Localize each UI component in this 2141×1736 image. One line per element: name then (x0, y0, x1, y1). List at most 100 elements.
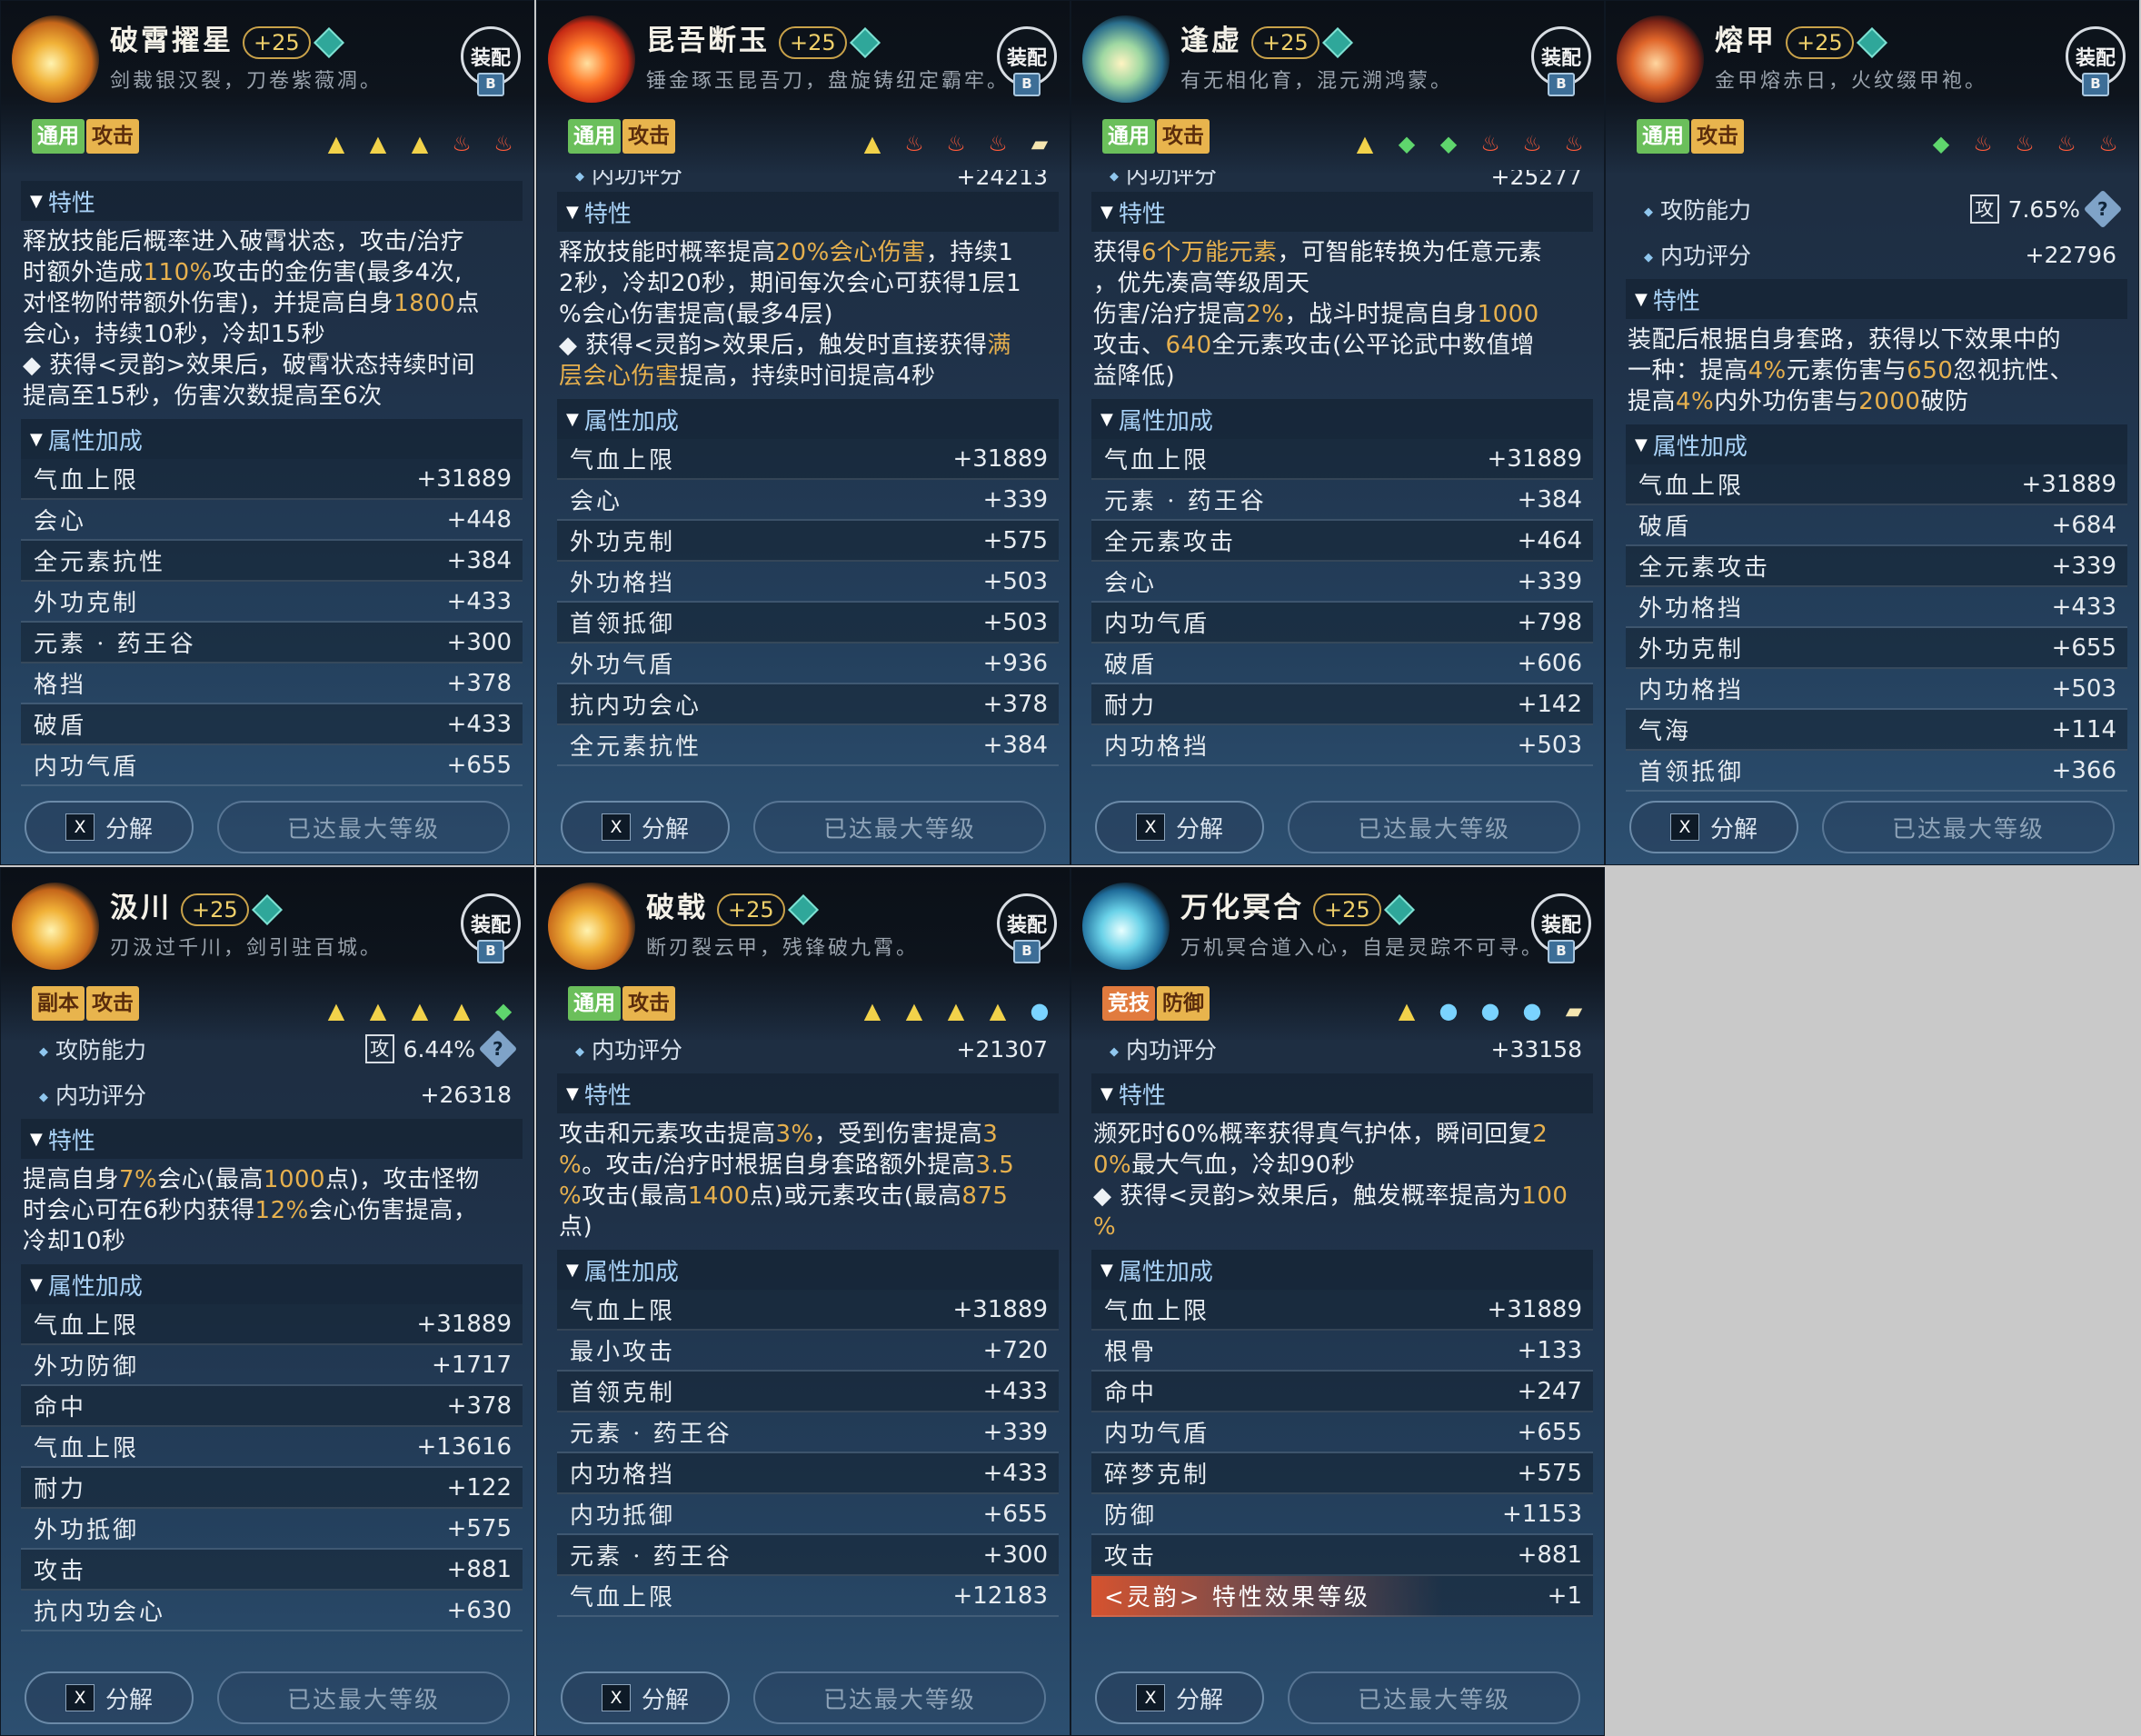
attribute-list: 气血上限 +31889 根骨 +133 命中 +247 内功气盾 +655 碎梦克制 +575 防御… (1091, 1290, 1593, 1617)
attribute-name: 格挡 (34, 672, 87, 699)
stat-value: 6.44% (403, 1035, 475, 1063)
attributes-section-header[interactable]: 属性加成 (557, 1250, 1059, 1290)
dismantle-label: 分解 (1175, 1686, 1223, 1714)
attribute-row: 首领抵御 +366 (1626, 751, 2127, 792)
lock-icon[interactable] (1321, 26, 1353, 58)
equip-button[interactable]: 装配 B (2066, 26, 2126, 96)
equipment-name: 逢虚 +25 (1180, 17, 1353, 59)
attribute-name: 外功格挡 (1638, 595, 1745, 623)
trait-line: 时会心可在6秒内获得12%会心伤害提高， (23, 1195, 521, 1226)
equipment-name: 破戟 +25 (646, 884, 819, 926)
attributes-section-header[interactable]: 属性加成 (1091, 399, 1593, 439)
max-level-button: 已达最大等级 (217, 1671, 510, 1724)
attribute-name: 外功防御 (34, 1353, 140, 1381)
trait-text: 攻击和元素攻击提高 (559, 1121, 776, 1148)
trait-line: ◆ 获得<灵韵>效果后，触发概率提高为100 (1093, 1181, 1591, 1212)
stat-value: 7.65% (2007, 195, 2080, 223)
attribute-value: +384 (1517, 485, 1582, 514)
attribute-row: <灵韵> 特性效果等级 +1 (1091, 1576, 1593, 1617)
attribute-row: 气血上限 +31889 (1091, 439, 1593, 480)
stat-right: +33158 (1491, 1036, 1582, 1063)
dismantle-button[interactable]: X 分解 (1095, 1671, 1264, 1724)
key-hint: X (601, 1684, 631, 1711)
trait-text: ◆ 获得<灵韵>效果后，破霄状态持续时间 (23, 352, 475, 379)
trait-highlight: 0% (1093, 1152, 1132, 1179)
attribute-name: 内功格挡 (1638, 677, 1745, 704)
trait-text: 伤害/治疗提高 (1093, 301, 1247, 328)
equip-button[interactable]: 装配 B (461, 26, 521, 96)
trait-highlight: 层会心伤害 (559, 363, 680, 390)
attribute-name: 命中 (1104, 1380, 1158, 1407)
traits-section-header[interactable]: 特性 (1091, 1073, 1593, 1113)
green-drop-icon: ◆ (1398, 131, 1416, 156)
traits-section-header[interactable]: 特性 (557, 1073, 1059, 1113)
green-drop-icon: ◆ (494, 998, 513, 1023)
equip-button-label: 装配 (470, 913, 511, 937)
attribute-value: +378 (446, 669, 512, 697)
attribute-row: 最小攻击 +720 (557, 1331, 1059, 1372)
trait-text: 点)或元素攻击(最高 (750, 1182, 962, 1210)
dismantle-button[interactable]: X 分解 (1095, 801, 1264, 853)
attribute-row: 命中 +247 (1091, 1372, 1593, 1412)
stat-label: 内功评分 (39, 1078, 146, 1111)
lock-icon[interactable] (1383, 893, 1415, 925)
equip-slot-badge: B (1548, 73, 1575, 96)
dismantle-button[interactable]: X 分解 (561, 1671, 730, 1724)
attribute-row: 攻击 +881 (21, 1550, 523, 1591)
attributes-section-header[interactable]: 属性加成 (21, 1264, 523, 1304)
level-badge: +25 (181, 893, 249, 926)
traits-section-header[interactable]: 特性 (21, 1119, 523, 1159)
equipment-emblem-icon (548, 883, 635, 970)
attributes-section-header[interactable]: 属性加成 (557, 399, 1059, 439)
attribute-value: +366 (2051, 756, 2116, 784)
equip-button[interactable]: 装配 B (1531, 26, 1591, 96)
attribute-value: +1717 (432, 1351, 512, 1379)
attribute-name: 气血上限 (570, 447, 676, 474)
attribute-row: 元素 · 药王谷 +384 (1091, 480, 1593, 521)
equipment-card: 汲川 +25 刃汲过千川，剑引驻百城。 装配 B 副本攻击 ▲ ▲ ▲ ▲ ◆ 攻防能力 攻 6.44%?… (0, 867, 534, 1736)
red-flame-icon: ♨ (1564, 131, 1584, 156)
attribute-name: 破盾 (1638, 514, 1692, 541)
help-icon[interactable]: ? (478, 1029, 518, 1069)
attribute-value: +448 (446, 505, 512, 534)
lock-icon[interactable] (787, 893, 819, 925)
attributes-section-header[interactable]: 属性加成 (1091, 1250, 1593, 1290)
traits-section-header[interactable]: 特性 (1626, 279, 2127, 319)
tag-1: 攻击 (1157, 119, 1210, 154)
equip-button[interactable]: 装配 B (997, 26, 1057, 96)
equip-button-label: 装配 (1006, 913, 1047, 937)
stat-label: 攻防能力 (1644, 193, 1751, 225)
trait-line: 攻击、640全元素攻击(公平论武中数值增 (1093, 330, 1591, 361)
lock-icon[interactable] (849, 26, 881, 58)
lock-icon[interactable] (313, 26, 344, 58)
dismantle-button[interactable]: X 分解 (561, 801, 730, 853)
dismantle-button[interactable]: X 分解 (25, 801, 194, 853)
lock-icon[interactable] (251, 893, 283, 925)
attribute-row: 全元素攻击 +339 (1626, 546, 2127, 587)
attributes-section-header[interactable]: 属性加成 (21, 419, 523, 459)
equipment-emblem-icon (12, 883, 99, 970)
dismantle-button[interactable]: X 分解 (25, 1671, 194, 1724)
traits-section-header[interactable]: 特性 (1091, 192, 1593, 232)
attributes-section-header[interactable]: 属性加成 (1626, 424, 2127, 464)
trait-line: 装配后根据自身套路，获得以下效果中的 (1628, 324, 2126, 355)
blue-drop-icon: ● (1030, 998, 1050, 1023)
lock-icon[interactable] (1856, 26, 1887, 58)
attribute-row: 内功抵御 +655 (557, 1494, 1059, 1535)
level-badge: +25 (243, 25, 311, 59)
equip-button[interactable]: 装配 B (1531, 893, 1591, 963)
trait-line: ◆ 获得<灵韵>效果后，破霄状态持续时间 (23, 350, 521, 381)
dismantle-button[interactable]: X 分解 (1629, 801, 1798, 853)
yellow-triangle-icon: ▲ (1398, 998, 1416, 1023)
help-icon[interactable]: ? (2083, 189, 2123, 229)
attribute-row: 外功气盾 +936 (557, 644, 1059, 684)
equip-button[interactable]: 装配 B (997, 893, 1057, 963)
element-slots: ▲ ▲ ▲ ▲ ◆ (319, 995, 521, 1026)
attribute-name: 全元素攻击 (1104, 529, 1237, 556)
traits-section-header[interactable]: 特性 (21, 181, 523, 221)
equip-button[interactable]: 装配 B (461, 893, 521, 963)
card-footer: X 分解 已达最大等级 (25, 801, 510, 857)
attribute-name: 气血上限 (1104, 1298, 1210, 1325)
traits-section-header[interactable]: 特性 (557, 192, 1059, 232)
trait-highlight: % (1093, 1213, 1117, 1241)
